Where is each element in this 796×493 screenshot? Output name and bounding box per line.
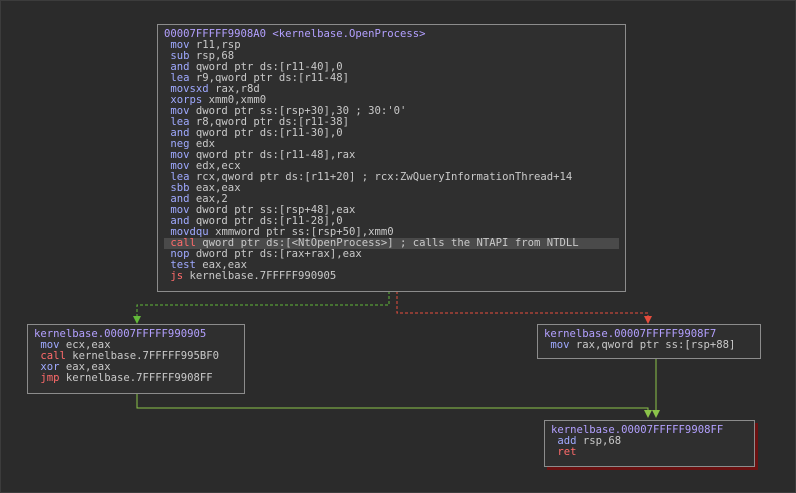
instruction-list: add rsp,68 ret [551, 436, 748, 458]
edge-false-branch[interactable] [396, 291, 652, 324]
instruction-operands: rsp,68 [582, 435, 622, 447]
graph-view[interactable]: 00007FFFFF9908A0 <kernelbase.OpenProcess… [0, 0, 796, 493]
instruction-list: mov rax,qword ptr ss:[rsp+88] [544, 340, 754, 351]
instruction-mnemonic: js [170, 270, 184, 282]
edge-true-branch[interactable] [133, 291, 390, 324]
code-block-openprocess[interactable]: 00007FFFFF9908A0 <kernelbase.OpenProcess… [157, 24, 626, 292]
instruction-operands: kernelbase.7FFFFF990905 [189, 270, 337, 282]
instruction-row[interactable]: jmp kernelbase.7FFFFF9908FF [34, 373, 238, 384]
instruction-operands: rax,qword ptr ss:[rsp+88] [575, 339, 736, 351]
code-block-990905[interactable]: kernelbase.00007FFFFF990905 mov ecx,eax … [27, 324, 245, 394]
instruction-row[interactable]: ret [551, 447, 748, 458]
instruction-mnemonic: jmp [40, 372, 60, 384]
instruction-row[interactable]: sbb eax,eax [164, 183, 619, 194]
instruction-mnemonic: ret [557, 446, 577, 458]
instruction-operands: rcx,qword ptr ds:[r11+20] ; rcx:ZwQueryI… [195, 171, 573, 183]
instruction-mnemonic: mov [550, 339, 570, 351]
instruction-operands: kernelbase.7FFFFF9908FF [65, 372, 213, 384]
instruction-row[interactable]: mov rax,qword ptr ss:[rsp+88] [544, 340, 754, 351]
instruction-row[interactable]: and qword ptr ds:[r11-30],0 [164, 128, 619, 139]
code-block-9908ff[interactable]: kernelbase.00007FFFFF9908FF add rsp,68 r… [544, 420, 755, 467]
code-block-9908f7[interactable]: kernelbase.00007FFFFF9908F7 mov rax,qwor… [537, 324, 761, 359]
instruction-list: mov ecx,eax call kernelbase.7FFFFF995BF0… [34, 340, 238, 384]
instruction-row[interactable]: js kernelbase.7FFFFF990905 [164, 271, 619, 282]
instruction-operands: qword ptr ds:[r11-30],0 [195, 127, 343, 139]
edge-left-to-exit[interactable] [136, 394, 652, 418]
instruction-list: mov r11,rsp sub rsp,68 and qword ptr ds:… [164, 40, 619, 282]
